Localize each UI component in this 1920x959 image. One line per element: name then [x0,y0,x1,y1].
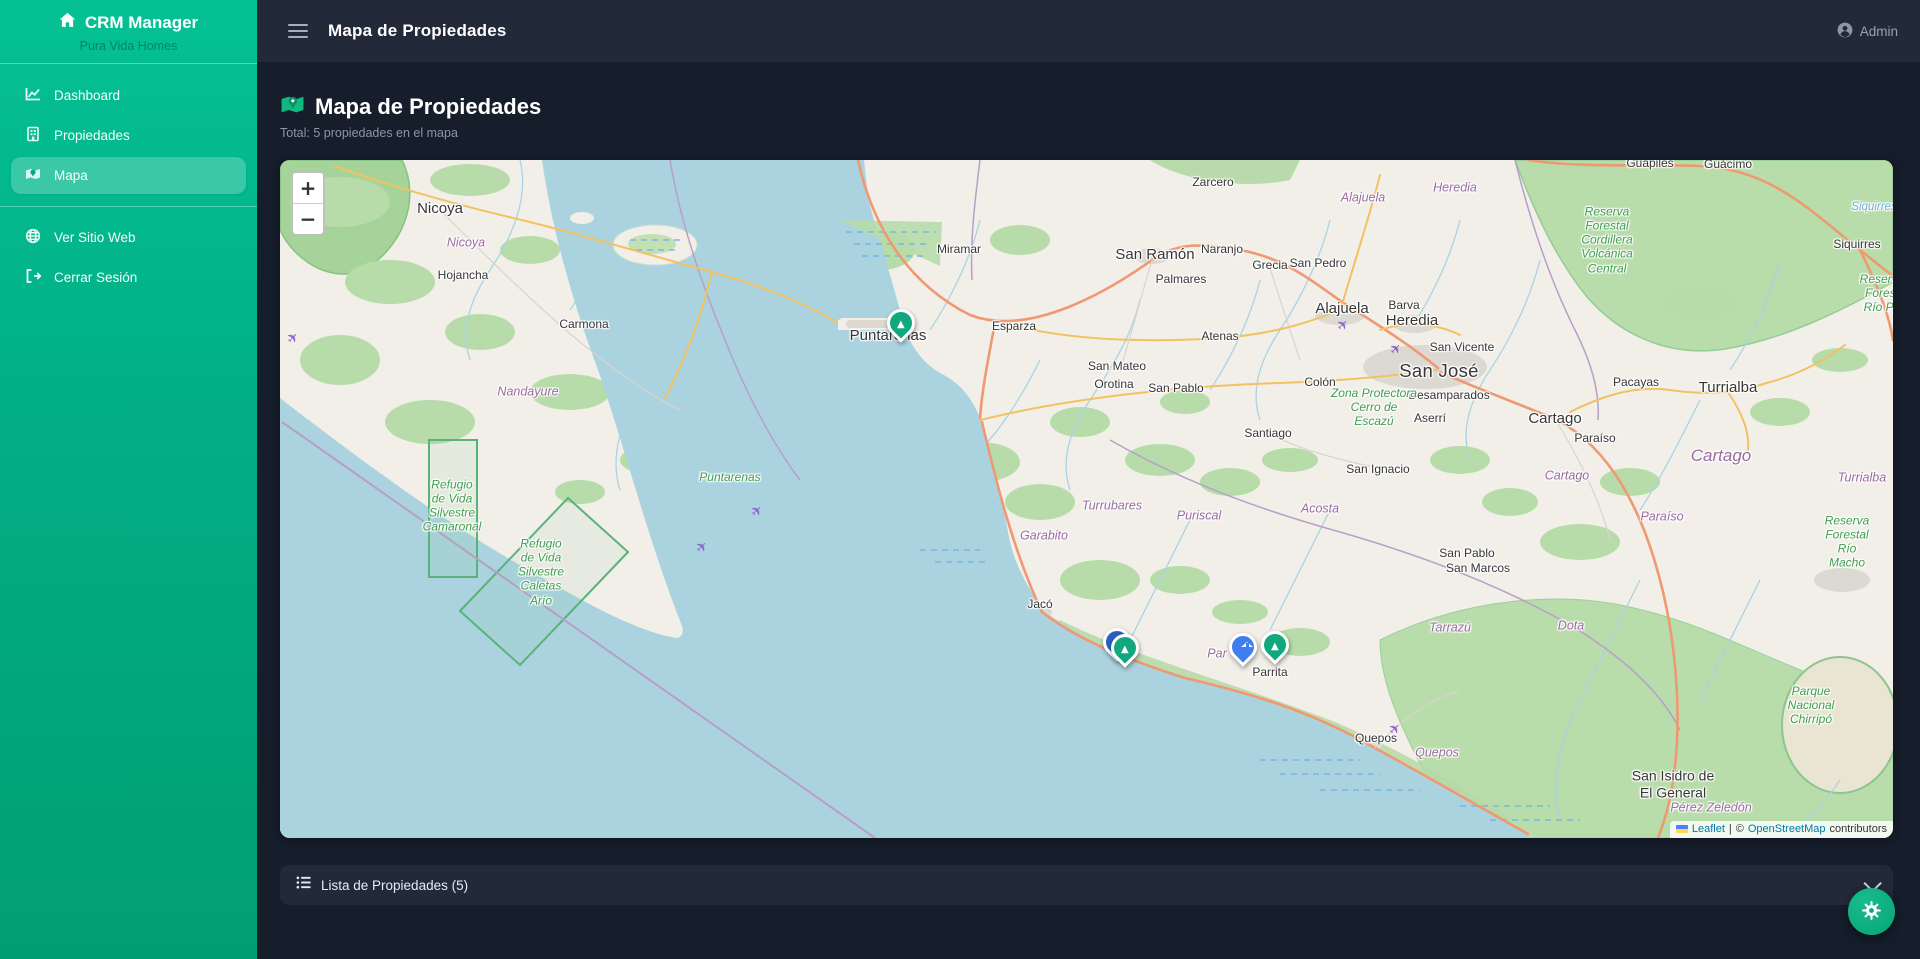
app-title: CRM Manager [84,13,199,32]
logout-icon [25,268,42,287]
properties-list-panel[interactable]: Lista de Propiedades (5) [280,865,1893,905]
sidebar-item-label: Dashboard [54,88,121,103]
osm-link[interactable]: OpenStreetMap [1748,823,1826,835]
page-subtitle: Total: 5 propiedades en el mapa [280,126,458,140]
zoom-out-button[interactable]: − [293,204,323,234]
globe-icon [25,228,41,247]
leaflet-link[interactable]: Leaflet [1692,823,1725,835]
sidebar-item-label: Cerrar Sesión [54,270,138,285]
main-content: Mapa de Propiedades Total: 5 propiedades… [257,62,1920,959]
content-column: Mapa de Propiedades Admin Mapa de Propie… [257,0,1920,959]
hamburger-menu-icon[interactable] [288,24,308,38]
sidebar-item-dashboard[interactable]: Dashboard [11,77,246,114]
user-menu[interactable]: Admin [1837,22,1898,41]
sidebar-item-label: Propiedades [54,128,130,143]
sidebar-divider [0,206,257,207]
property-marker-green[interactable]: ▲ [1255,625,1295,665]
sidebar-item-label: Mapa [54,168,88,183]
app-window: CRM Manager Pura Vida Homes Dashboard Pr… [0,0,1920,959]
attribution-suffix: contributors [1829,823,1887,835]
attribution-separator: | [1728,823,1732,835]
map-marked-green-icon [280,92,305,122]
list-icon [296,875,311,895]
user-circle-icon [1837,22,1853,41]
sidebar-item-mapa[interactable]: Mapa [11,157,246,194]
building-icon [25,126,41,145]
sidebar-nav: Dashboard Propiedades Mapa Ver Sitio Web [0,64,257,299]
sidebar-header: CRM Manager Pura Vida Homes [0,0,257,64]
attribution-copyright: © [1735,823,1744,835]
user-name: Admin [1859,23,1898,39]
home-icon [59,12,76,34]
property-marker-blue[interactable] [1223,627,1263,667]
chart-line-icon [25,86,41,105]
panel-title: Lista de Propiedades (5) [321,877,469,893]
app-subtitle: Pura Vida Homes [79,39,178,53]
map-attribution: Leaflet | © OpenStreetMap contributors [1669,821,1893,838]
gear-icon [1861,900,1882,924]
sidebar-item-propiedades[interactable]: Propiedades [11,117,246,154]
page-title: Mapa de Propiedades [315,94,542,119]
property-marker-green[interactable]: ▲ [881,303,921,343]
zoom-in-button[interactable]: + [293,173,323,204]
map-marker-layer: ▲ ▲ ▲ [280,160,1893,838]
sidebar-item-ver-sitio-web[interactable]: Ver Sitio Web [11,219,246,256]
sidebar-item-cerrar-sesion[interactable]: Cerrar Sesión [11,259,246,296]
properties-map[interactable]: Nicoya Hojancha Carmona Puntarenas Miramar Es… [280,160,1893,838]
settings-fab-button[interactable] [1848,888,1895,935]
leaflet-flag-icon [1675,825,1688,833]
sidebar: CRM Manager Pura Vida Homes Dashboard Pr… [0,0,257,959]
topbar-title: Mapa de Propiedades [328,21,507,40]
topbar: Mapa de Propiedades Admin [257,0,1920,62]
map-zoom-control: + − [291,171,325,236]
map-marked-icon [25,166,41,185]
sidebar-item-label: Ver Sitio Web [54,230,136,245]
